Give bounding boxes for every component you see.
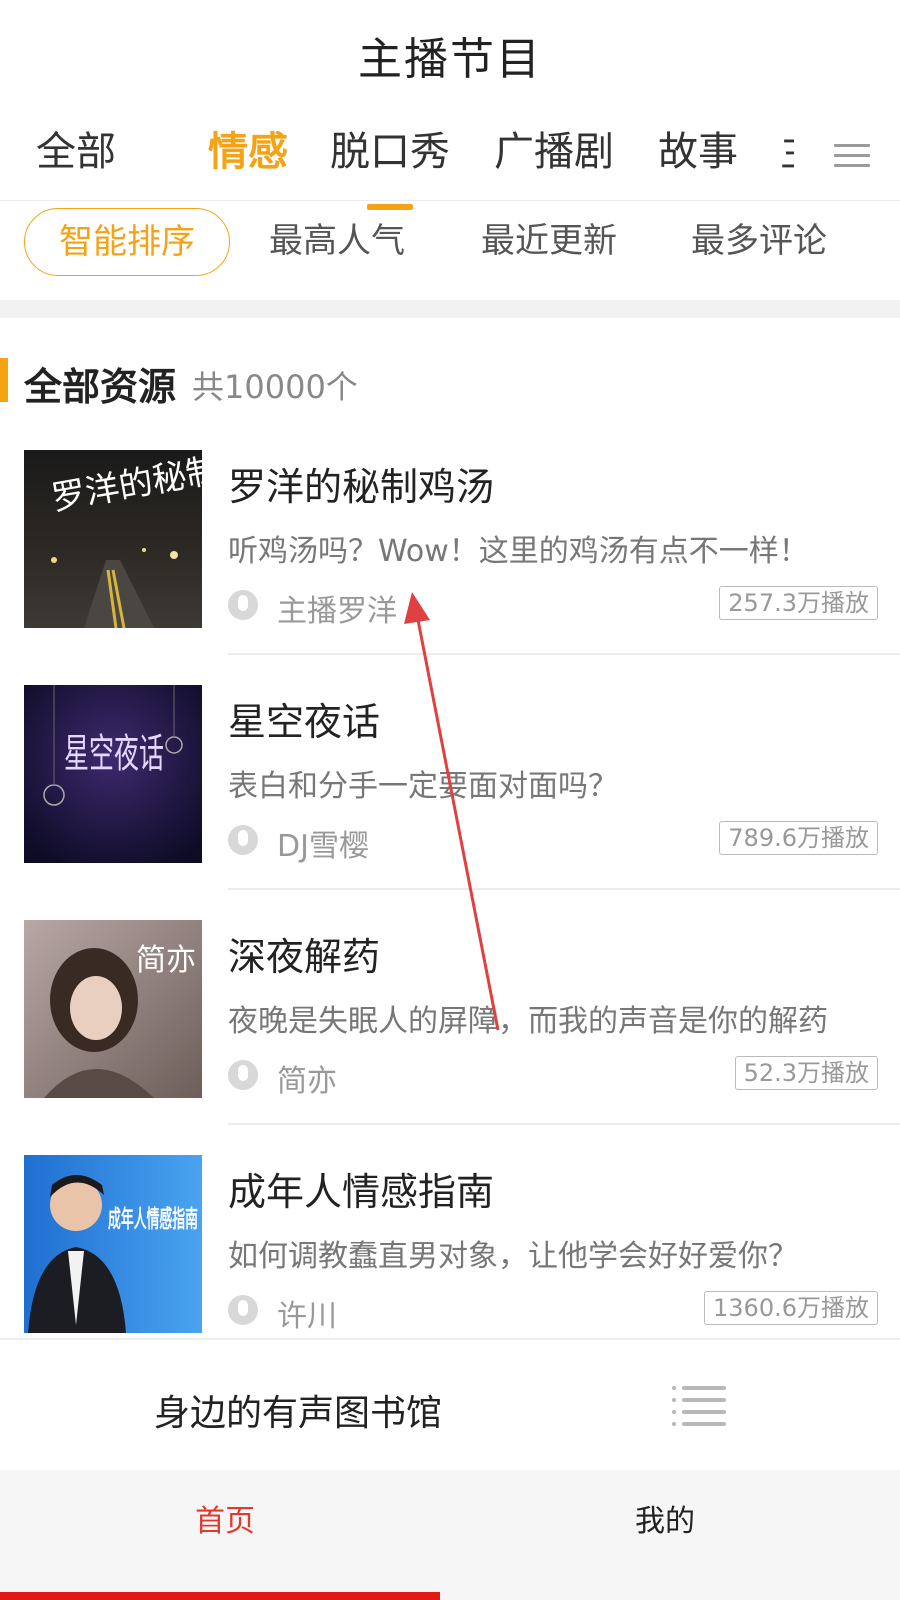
item-title: 深夜解药 [228, 935, 381, 979]
mic-icon [228, 590, 258, 620]
tab-all[interactable]: 全部 [36, 130, 116, 190]
bottom-tab-bar: 首页 我的 [0, 1470, 900, 1600]
section-accent-bar [0, 358, 8, 402]
tabbar-home[interactable]: 首页 [0, 1470, 450, 1600]
sort-recent[interactable]: 最近更新 [452, 208, 646, 274]
item-title: 成年人情感指南 [228, 1170, 495, 1214]
play-count-badge: 789.6万播放 [719, 821, 878, 855]
tabbar-active-indicator [0, 1592, 440, 1600]
audio-library-banner[interactable]: 身边的有声图书馆 [0, 1338, 900, 1472]
cover-text: 成年人情感指南 [108, 1205, 198, 1233]
tab-emotion[interactable]: 情感 [208, 130, 288, 190]
sort-popular[interactable]: 最高人气 [240, 208, 434, 274]
divider [228, 653, 900, 655]
cover-image: 简亦 [24, 920, 202, 1098]
item-title: 罗洋的秘制鸡汤 [228, 465, 495, 509]
item-desc: 夜晚是失眠人的屏障，而我的声音是你的解药 [228, 1004, 828, 1039]
host-name: DJ雪樱 [277, 829, 369, 864]
page-title: 主播节目 [358, 34, 542, 85]
play-count-badge: 257.3万播放 [719, 586, 878, 620]
sort-bar: 智能排序 最高人气 最近更新 最多评论 [0, 204, 900, 300]
mic-icon [228, 1060, 258, 1090]
item-desc: 表白和分手一定要面对面吗？ [228, 769, 618, 804]
tab-talkshow-label: 脱口秀 [330, 129, 450, 175]
cover-text: 星空夜话 [64, 731, 164, 777]
category-tabs: 全部 情感 脱口秀 广播剧 故事 主 [0, 112, 900, 210]
item-desc: 听鸡汤吗？Wow！这里的鸡汤有点不一样！ [228, 534, 809, 569]
mic-icon [228, 1295, 258, 1325]
host-name: 主播罗洋 [277, 594, 397, 629]
host-name: 许川 [277, 1299, 337, 1334]
divider [228, 888, 900, 890]
tab-story[interactable]: 故事 [658, 130, 738, 190]
list-item[interactable]: 简亦 深夜解药 夜晚是失眠人的屏障，而我的声音是你的解药 简亦 52.3万播放 [0, 910, 900, 1146]
play-count-badge: 52.3万播放 [734, 1056, 878, 1090]
section-title: 全部资源 [24, 365, 177, 409]
tabbar-mine[interactable]: 我的 [440, 1470, 890, 1600]
header: 主播节目 [0, 0, 900, 110]
tab-emotion-label: 情感 [208, 129, 288, 175]
list-item[interactable]: 星空夜话 星空夜话 表白和分手一定要面对面吗？ DJ雪樱 789.6万播放 [0, 675, 900, 911]
section-count: 共10000个 [192, 368, 358, 406]
host-name: 简亦 [277, 1064, 337, 1099]
item-desc: 如何调教蠢直男对象，让他学会好好爱你？ [228, 1239, 798, 1274]
cover-image: 星空夜话 [24, 685, 202, 863]
menu-icon[interactable] [834, 138, 870, 174]
mic-icon [228, 825, 258, 855]
list-item[interactable]: 罗洋的秘制鸡汤 罗洋的秘制鸡汤 听鸡汤吗？Wow！这里的鸡汤有点不一样！ 主播罗… [0, 440, 900, 676]
banner-text: 身边的有声图书馆 [154, 1393, 443, 1434]
tab-more-partial[interactable]: 主 [780, 130, 794, 190]
sort-smart[interactable]: 智能排序 [24, 208, 230, 276]
section-gap [0, 300, 900, 318]
cover-text: 简亦 [136, 943, 196, 978]
list-icon[interactable] [672, 1382, 726, 1430]
tab-radio-drama[interactable]: 广播剧 [494, 130, 614, 190]
sort-comments[interactable]: 最多评论 [662, 208, 856, 274]
divider [228, 1123, 900, 1125]
section-header: 全部资源 共10000个 [0, 350, 900, 410]
cover-image: 成年人情感指南 [24, 1155, 202, 1333]
tab-talkshow[interactable]: 脱口秀 [330, 129, 450, 210]
play-count-badge: 1360.6万播放 [704, 1291, 878, 1325]
cover-image: 罗洋的秘制鸡汤 [24, 450, 202, 628]
item-title: 星空夜话 [228, 700, 381, 744]
